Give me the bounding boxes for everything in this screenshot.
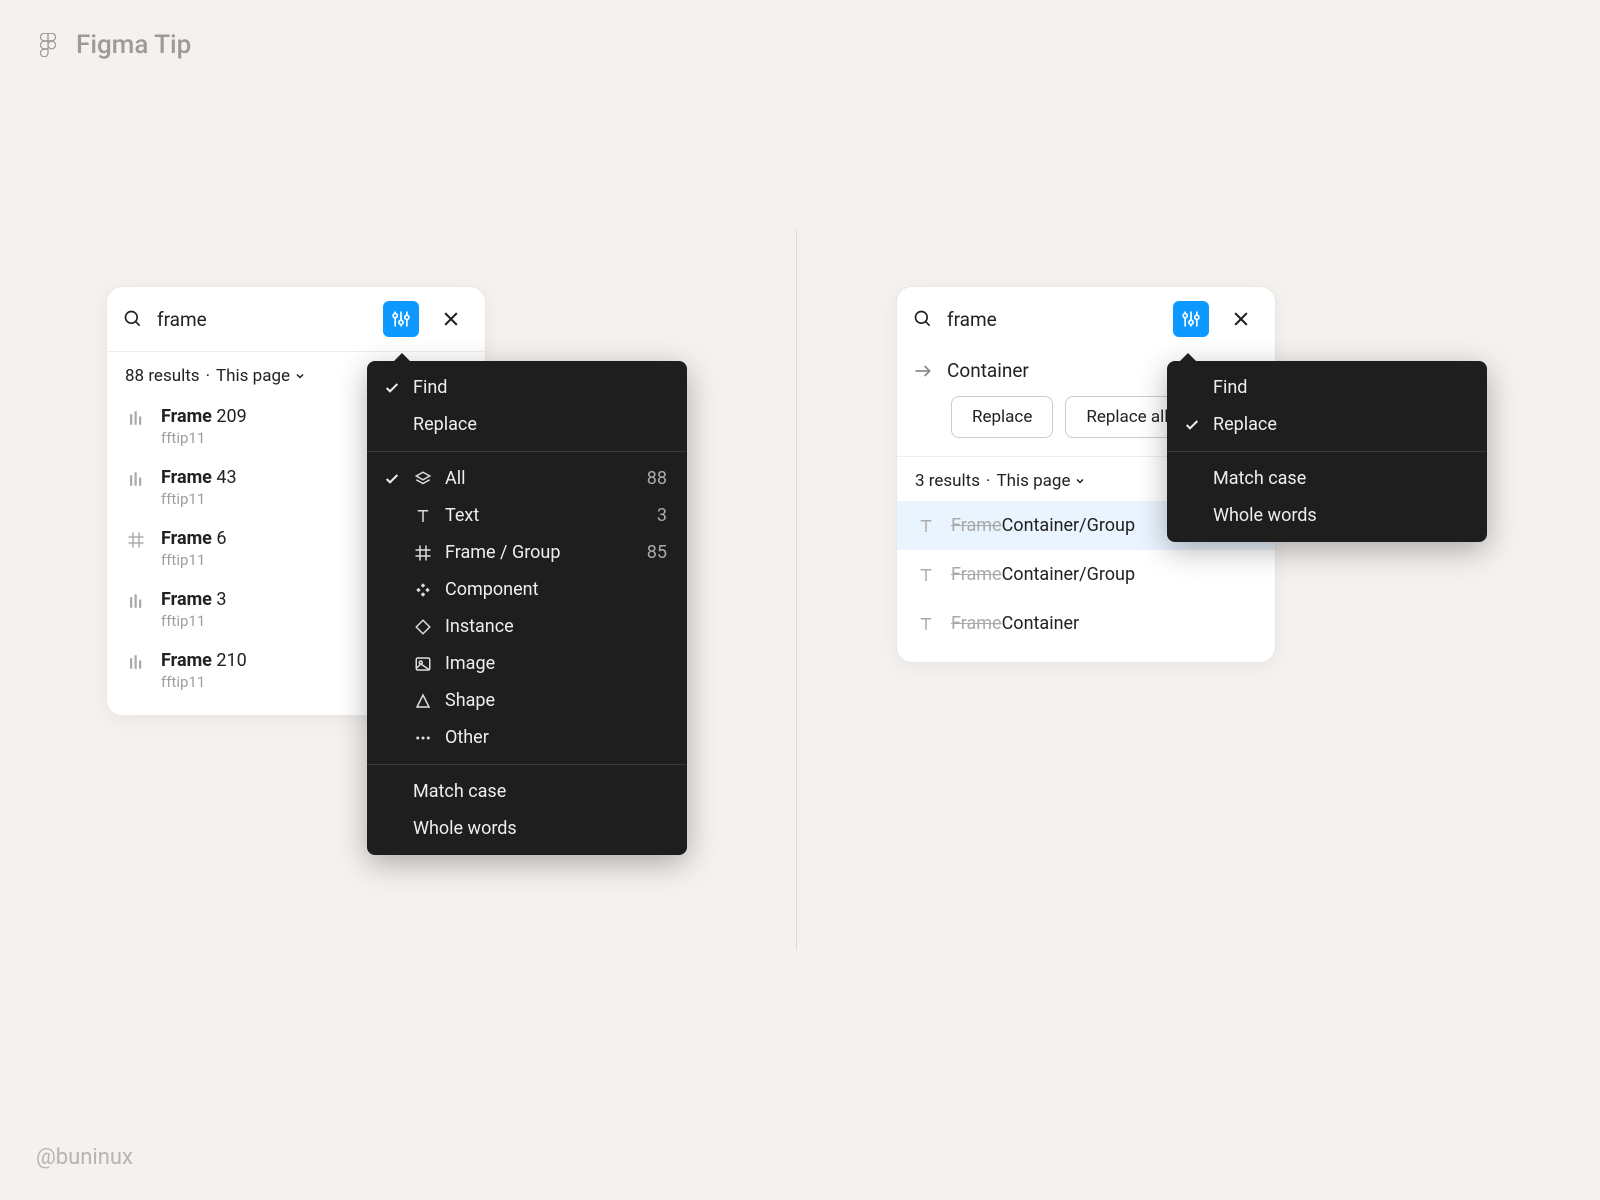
result-title: FrameContainer/Group: [951, 515, 1135, 536]
result-subtitle: fftip11: [161, 551, 227, 569]
search-icon: [913, 309, 933, 329]
result-subtitle: fftip11: [161, 490, 237, 508]
result-title: Frame 3: [161, 589, 227, 610]
results-count: 88 results: [125, 366, 200, 386]
filter-shape[interactable]: Shape: [367, 682, 687, 719]
result-subtitle: fftip11: [161, 429, 247, 447]
chevron-down-icon: [1074, 475, 1086, 487]
close-icon: [1231, 309, 1251, 329]
close-button[interactable]: [433, 301, 469, 337]
text-icon: [917, 517, 935, 535]
filter-other[interactable]: Other: [367, 719, 687, 756]
result-subtitle: fftip11: [161, 612, 227, 630]
filter-frame-group[interactable]: Frame / Group 85: [367, 534, 687, 571]
filter-all[interactable]: All 88: [367, 460, 687, 497]
option-whole-words[interactable]: Whole words: [367, 810, 687, 847]
filter-button[interactable]: [1173, 301, 1209, 337]
search-icon: [123, 309, 143, 329]
sliders-icon: [1181, 309, 1201, 329]
page-title: Figma Tip: [76, 30, 191, 60]
search-input[interactable]: frame: [947, 308, 1159, 331]
result-title: Frame 6: [161, 528, 227, 549]
close-icon: [441, 309, 461, 329]
frame-hash-icon: [127, 531, 145, 549]
filter-dropdown: Find Replace Match case Whole words: [1167, 361, 1487, 542]
frame-bars-icon: [127, 592, 145, 610]
more-icon: [413, 729, 433, 747]
result-title: Frame 43: [161, 467, 237, 488]
results-count: 3 results: [915, 471, 980, 491]
page-scope-dropdown[interactable]: This page: [216, 366, 306, 386]
result-title: Frame 210: [161, 650, 247, 671]
result-item[interactable]: FrameContainer/Group: [897, 550, 1275, 599]
vertical-divider: [796, 230, 797, 950]
hash-icon: [413, 544, 433, 562]
instance-icon: [413, 618, 433, 636]
close-button[interactable]: [1223, 301, 1259, 337]
result-title: FrameContainer/Group: [951, 564, 1135, 585]
mode-replace[interactable]: Replace: [367, 406, 687, 443]
check-icon: [1183, 417, 1201, 433]
filter-instance[interactable]: Instance: [367, 608, 687, 645]
option-whole-words[interactable]: Whole words: [1167, 497, 1487, 534]
chevron-down-icon: [294, 370, 306, 382]
result-subtitle: fftip11: [161, 673, 247, 691]
mode-find[interactable]: Find: [367, 369, 687, 406]
component-icon: [413, 581, 433, 599]
option-match-case[interactable]: Match case: [367, 773, 687, 810]
search-input[interactable]: frame: [157, 308, 369, 331]
check-icon: [383, 380, 401, 396]
dropdown-arrow: [393, 353, 411, 362]
filter-image[interactable]: Image: [367, 645, 687, 682]
image-icon: [413, 655, 433, 673]
result-title: FrameContainer: [951, 613, 1079, 634]
search-bar: frame: [897, 287, 1275, 351]
result-title: Frame 209: [161, 406, 247, 427]
mode-find[interactable]: Find: [1167, 369, 1487, 406]
filter-button[interactable]: [383, 301, 419, 337]
attribution: @buninux: [36, 1145, 133, 1170]
figma-logo-icon: [36, 33, 60, 57]
filter-text[interactable]: Text 3: [367, 497, 687, 534]
shape-icon: [413, 692, 433, 710]
dropdown-arrow: [1179, 353, 1197, 362]
filter-dropdown: Find Replace All 88 Text 3 Frame / Group…: [367, 361, 687, 855]
frame-bars-icon: [127, 409, 145, 427]
check-icon: [383, 471, 401, 487]
text-icon: [917, 615, 935, 633]
filter-component[interactable]: Component: [367, 571, 687, 608]
text-icon: [413, 507, 433, 525]
result-item[interactable]: FrameContainer: [897, 599, 1275, 648]
frame-bars-icon: [127, 653, 145, 671]
frame-bars-icon: [127, 470, 145, 488]
layers-icon: [413, 470, 433, 488]
arrow-right-icon: [913, 361, 933, 381]
replace-one-button[interactable]: Replace: [951, 396, 1053, 438]
page-scope-dropdown[interactable]: This page: [996, 471, 1086, 491]
option-match-case[interactable]: Match case: [1167, 460, 1487, 497]
mode-replace[interactable]: Replace: [1167, 406, 1487, 443]
text-icon: [917, 566, 935, 584]
sliders-icon: [391, 309, 411, 329]
search-bar: frame: [107, 287, 485, 352]
